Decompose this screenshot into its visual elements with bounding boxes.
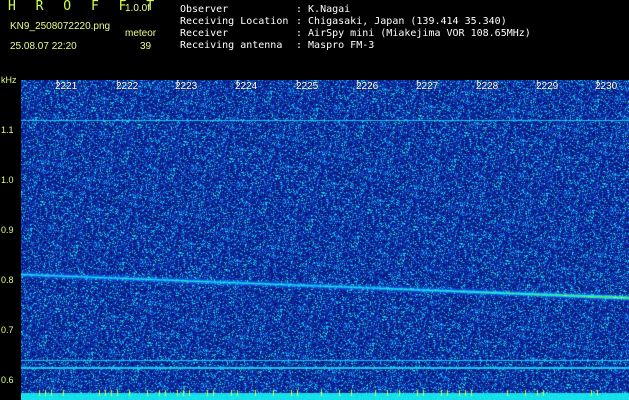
y-tick-label: 1.0 — [1, 175, 14, 185]
x-tick-label: 2224 — [235, 81, 258, 92]
info-label-receiver: Receiver — [180, 28, 229, 39]
info-label-antenna: Receiving antenna — [180, 40, 283, 51]
x-tick-label: 2226 — [356, 81, 379, 92]
x-tick-label: 2222 — [116, 81, 139, 92]
x-tick-label: 2230 — [595, 81, 618, 92]
x-tick-label: 2228 — [476, 81, 499, 92]
hroft-window: H R O F F T 1.0.0f KN9_2508072220.png me… — [0, 0, 629, 400]
frequency-axis: kHz 1.1 1.0 0.9 0.8 0.7 0.6 — [0, 72, 21, 400]
x-tick-label: 2223 — [175, 81, 198, 92]
info-label-observer: Observer — [180, 4, 229, 15]
x-tick-label: 2229 — [536, 81, 559, 92]
app-version: 1.0.0f — [125, 3, 151, 14]
y-tick-label: 0.9 — [1, 225, 14, 235]
info-label-location: Receiving Location — [180, 16, 289, 27]
y-tick-label: 1.1 — [1, 125, 14, 135]
info-value-observer: : K.Nagai — [296, 4, 351, 15]
spectrogram-plot[interactable] — [21, 80, 629, 400]
info-value-receiver: : AirSpy mini (Miakejima VOR 108.65MHz) — [296, 28, 531, 39]
x-tick-label: 2227 — [416, 81, 439, 92]
x-tick-label: 2221 — [55, 81, 78, 92]
observation-datetime: 25.08.07 22:20 — [10, 41, 77, 52]
info-value-location: : Chigasaki, Japan (139.414 35.340) — [296, 16, 507, 27]
info-value-antenna: : Maspro FM-3 — [296, 40, 375, 51]
meteor-label: meteor — [125, 28, 157, 39]
x-tick-label: 2225 — [296, 81, 319, 92]
frequency-unit-label: kHz — [1, 75, 17, 85]
y-tick-label: 0.8 — [1, 275, 14, 285]
y-tick-label: 0.6 — [1, 375, 14, 385]
image-filename: KN9_2508072220.png — [10, 21, 111, 32]
meteor-count: 39 — [140, 41, 152, 52]
y-tick-label: 0.7 — [1, 325, 14, 335]
